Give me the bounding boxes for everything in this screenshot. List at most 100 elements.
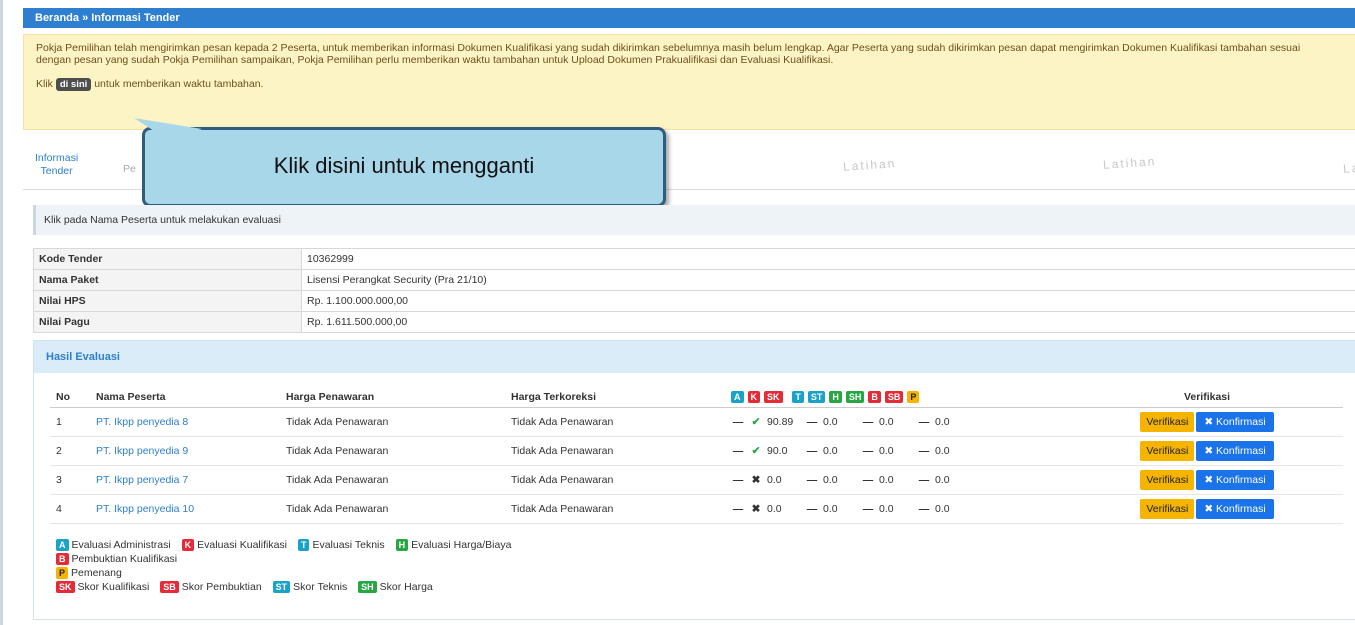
dash-icon: —	[732, 502, 744, 515]
table-header: No Nama Peserta Harga Penawaran Harga Te…	[50, 387, 1343, 408]
badge-h: H	[829, 390, 842, 403]
row-no: 2	[50, 436, 90, 466]
legend-badge-k: K	[181, 539, 195, 551]
peserta-link[interactable]: PT. Ikpp penyedia 9	[96, 445, 188, 457]
tab-label-line2: Tender	[40, 165, 73, 177]
table-row: 1 PT. Ikpp penyedia 8 Tidak Ada Penawara…	[50, 407, 1343, 437]
badge-sk: SK	[764, 390, 783, 403]
info-value: Rp. 1.611.500.000,00	[301, 311, 1355, 333]
callout-text: Klik disini untuk mengganti	[273, 153, 535, 178]
badge-st: ST	[807, 390, 826, 403]
peserta-link[interactable]: PT. Ikpp penyedia 7	[96, 474, 188, 486]
col-harga: Harga Penawaran	[280, 387, 505, 408]
legend-label: Skor Teknis	[293, 581, 348, 593]
badge-b: B	[868, 390, 881, 403]
legend-badge-t: T	[297, 539, 310, 551]
verifikasi-button[interactable]: Verifikasi	[1140, 411, 1195, 432]
table-row: 3 PT. Ikpp penyedia 7 Tidak Ada Penawara…	[50, 465, 1343, 495]
col-terkoreksi: Harga Terkoreksi	[505, 387, 725, 408]
score-sb: 0.0	[935, 473, 950, 486]
dash-icon: —	[732, 415, 744, 428]
row-harga: Tidak Ada Penawaran	[280, 407, 505, 437]
dash-icon: —	[862, 444, 874, 457]
legend-badge-st: ST	[272, 581, 291, 593]
info-row: Nilai HPS Rp. 1.100.000.000,00	[33, 290, 1355, 312]
score-sh: 0.0	[879, 502, 894, 515]
row-terkoreksi: Tidak Ada Penawaran	[505, 465, 725, 495]
konfirmasi-button[interactable]: ✖ Konfirmasi	[1196, 498, 1274, 519]
results-table: No Nama Peserta Harga Penawaran Harga Te…	[50, 387, 1343, 524]
dash-icon: —	[806, 502, 818, 515]
dash-icon: —	[732, 473, 744, 486]
hasil-evaluasi-panel: Hasil Evaluasi No Nama Peserta Harga Pen…	[33, 340, 1355, 620]
col-nama: Nama Peserta	[90, 387, 280, 408]
konfirmasi-button[interactable]: ✖ Konfirmasi	[1196, 469, 1274, 490]
legend-row: SK Skor Kualifikasi SB Skor Pembuktian ST S…	[56, 581, 519, 595]
dash-icon: —	[806, 415, 818, 428]
row-scores: — ✔ 90.89 — 0.0 — 0.0 — 0.0	[725, 407, 1065, 437]
col-no: No	[50, 387, 90, 408]
legend-label: Skor Kualifikasi	[77, 581, 150, 593]
dash-icon: —	[918, 502, 930, 515]
verifikasi-button[interactable]: Verifikasi	[1140, 469, 1195, 490]
alert-action-line: Klik di sini untuk memberikan waktu tamb…	[36, 78, 1345, 91]
dash-icon: —	[918, 473, 930, 486]
dash-icon: —	[732, 444, 744, 457]
score-sh: 0.0	[879, 444, 894, 457]
legend-badge-b: B	[56, 553, 69, 565]
score-sb: 0.0	[935, 444, 950, 457]
check-icon: ✔	[751, 415, 761, 428]
badge-a: A	[731, 390, 744, 403]
cross-icon: ✖	[751, 473, 761, 486]
tab-informasi-tender[interactable]: Informasi Tender	[35, 152, 78, 178]
dash-icon: —	[918, 415, 930, 428]
peserta-link[interactable]: PT. Ikpp penyedia 8	[96, 416, 188, 428]
info-value: Rp. 1.100.000.000,00	[301, 290, 1355, 312]
legend-row: P Pemenang	[56, 567, 519, 581]
konfirmasi-button[interactable]: ✖ Konfirmasi	[1196, 411, 1274, 432]
score-sb: 0.0	[935, 502, 950, 515]
legend-badge-a: A	[56, 539, 69, 551]
watermark: Latihan	[1342, 158, 1355, 176]
legend-badge-sk: SK	[56, 581, 75, 593]
col-badges: A K SK T ST H SH B SB P	[725, 387, 1065, 408]
page-frame: Beranda » Informasi Tender Pokja Pemilih…	[0, 0, 1355, 625]
verifikasi-button[interactable]: Verifikasi	[1140, 498, 1195, 519]
score-sh: 0.0	[879, 473, 894, 486]
row-terkoreksi: Tidak Ada Penawaran	[505, 436, 725, 466]
table-row: 2 PT. Ikpp penyedia 9 Tidak Ada Penawara…	[50, 436, 1343, 466]
legend-label: Evaluasi Administrasi	[71, 539, 171, 551]
score-st: 0.0	[823, 502, 838, 515]
score-sb: 0.0	[935, 415, 950, 428]
badge-k: K	[747, 390, 760, 403]
legend-label: Pemenang	[71, 567, 122, 579]
info-label: Kode Tender	[33, 248, 302, 270]
tab-peserta[interactable]: Pe	[123, 163, 136, 175]
dash-icon: —	[862, 502, 874, 515]
info-row: Nilai Pagu Rp. 1.611.500.000,00	[33, 311, 1355, 333]
row-terkoreksi: Tidak Ada Penawaran	[505, 494, 725, 524]
di-sini-link[interactable]: di sini	[55, 78, 92, 91]
peserta-link[interactable]: PT. Ikpp penyedia 10	[96, 503, 194, 515]
info-row: Kode Tender 10362999	[33, 248, 1355, 270]
badge-sb: SB	[884, 390, 904, 403]
score-sk: 0.0	[767, 502, 782, 515]
badge-p: P	[907, 390, 920, 403]
legend-label: Evaluasi Teknis	[312, 539, 385, 551]
legend-row: B Pembuktian Kualifikasi	[56, 553, 519, 567]
verifikasi-button[interactable]: Verifikasi	[1140, 440, 1195, 461]
score-sk: 90.89	[767, 415, 794, 428]
badge-sh: SH	[845, 390, 865, 403]
row-harga: Tidak Ada Penawaran	[280, 494, 505, 524]
dash-icon: —	[806, 473, 818, 486]
legend-badge-h: H	[395, 539, 409, 551]
alert-klik-suffix: untuk memberikan waktu tambahan.	[94, 78, 264, 90]
tender-info-table: Kode Tender 10362999 Nama Paket Lisensi Pe…	[33, 248, 1355, 333]
konfirmasi-button[interactable]: ✖ Konfirmasi	[1196, 440, 1274, 461]
score-st: 0.0	[823, 473, 838, 486]
row-no: 1	[50, 407, 90, 437]
panel-title: Hasil Evaluasi	[34, 341, 1355, 373]
score-sk: 90.0	[767, 444, 788, 457]
row-scores: — ✔ 90.0 — 0.0 — 0.0 — 0.0	[725, 436, 1065, 466]
cross-icon: ✖	[751, 502, 761, 515]
